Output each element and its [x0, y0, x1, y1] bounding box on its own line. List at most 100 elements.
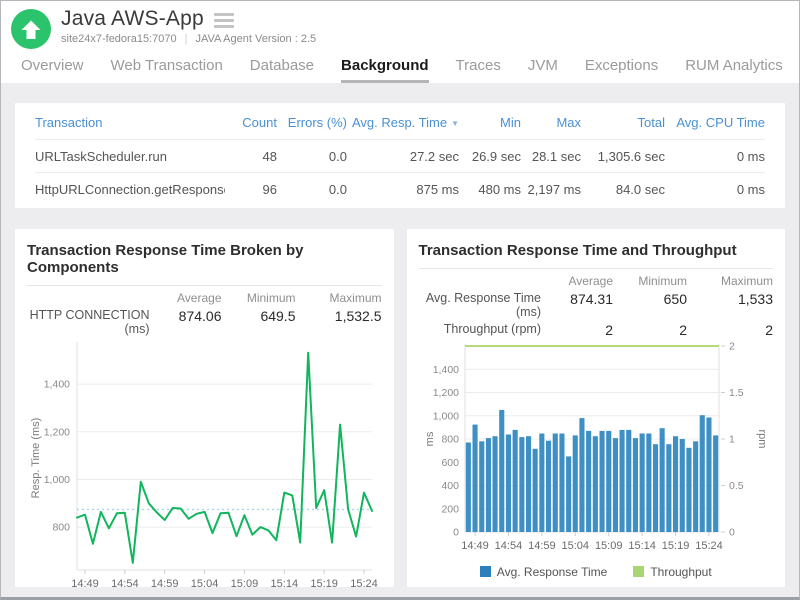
col-avg-cpu-time[interactable]: Avg. CPU Time — [665, 115, 765, 130]
chart-stats: Average Minimum Maximum Avg. Response Ti… — [419, 274, 773, 338]
col-avg-resp-time[interactable]: Avg. Resp. Time ▼ — [347, 115, 459, 130]
svg-text:800: 800 — [52, 522, 70, 534]
svg-text:15:09: 15:09 — [594, 540, 622, 552]
transaction-name: HttpURLConnection.getResponseCode — [35, 181, 225, 197]
availability-status-icon — [11, 9, 51, 49]
subtitle: site24x7-fedora15:7070 | JAVA Agent Versio… — [61, 33, 316, 45]
series-label: HTTP CONNECTION (ms) — [29, 308, 150, 336]
tab-exceptions[interactable]: Exceptions — [585, 57, 658, 83]
svg-text:15:09: 15:09 — [231, 578, 259, 590]
count-value: 96 — [262, 181, 277, 197]
avg-cpu-time-value: 0 ms — [736, 181, 765, 197]
stat-header-minimum: Minimum — [246, 291, 296, 305]
svg-text:1,400: 1,400 — [44, 379, 70, 391]
stat-average: 874.06 — [178, 308, 222, 324]
svg-text:1,000: 1,000 — [432, 410, 458, 422]
tab-rum-analytics[interactable]: RUM Analytics — [685, 57, 783, 83]
total-value: 1,305.6 sec — [597, 148, 665, 164]
app-window: Java AWS-App site24x7-fedora15:7070 | JAVA… — [0, 0, 800, 600]
stat-maximum: 2 — [765, 322, 773, 338]
avg-resp-time-value: 875 ms — [416, 181, 459, 197]
stat-maximum: 1,533 — [737, 291, 773, 307]
svg-text:1,000: 1,000 — [44, 474, 70, 486]
series-label: Avg. Response Time (ms) — [425, 291, 541, 319]
svg-text:400: 400 — [441, 480, 459, 492]
hamburger-menu-icon[interactable] — [213, 10, 234, 28]
svg-text:14:54: 14:54 — [111, 578, 139, 590]
col-count[interactable]: Count — [225, 115, 277, 130]
svg-text:rpm: rpm — [756, 430, 768, 449]
col-errors[interactable]: Errors (%) — [277, 115, 347, 130]
response-time-components-panel: Transaction Response Time Broken by Comp… — [15, 229, 394, 590]
legend-swatch-blue — [479, 566, 491, 577]
svg-text:1: 1 — [729, 434, 735, 446]
svg-text:15:04: 15:04 — [191, 578, 219, 590]
svg-text:200: 200 — [441, 503, 459, 515]
tab-traces[interactable]: Traces — [456, 57, 501, 83]
table-row[interactable]: URLTaskScheduler.run 48 0.0 27.2 sec 26.… — [35, 139, 765, 172]
svg-text:14:59: 14:59 — [151, 578, 179, 590]
background-transactions-table: Transaction Count Errors (%) Avg. Resp. … — [15, 103, 785, 208]
legend-swatch-green — [633, 566, 645, 577]
svg-text:0.5: 0.5 — [729, 480, 744, 492]
errors-value: 0.0 — [328, 148, 347, 164]
app-header: Java AWS-App site24x7-fedora15:7070 | JAVA… — [1, 1, 799, 49]
svg-text:800: 800 — [441, 434, 459, 446]
stat-header-maximum: Maximum — [720, 274, 773, 288]
subtitle-separator: | — [184, 33, 188, 45]
stat-minimum: 650 — [663, 291, 687, 307]
stat-header-average: Average — [568, 274, 613, 288]
stat-maximum: 1,532.5 — [334, 308, 382, 324]
svg-text:1,200: 1,200 — [44, 426, 70, 438]
svg-text:14:49: 14:49 — [71, 578, 99, 590]
chart-legend: Avg. Response Time Throughput — [419, 565, 774, 579]
total-value: 84.0 sec — [615, 181, 665, 197]
avg-resp-time-value: 27.2 sec — [409, 148, 459, 164]
tab-jvm[interactable]: JVM — [528, 57, 558, 83]
up-arrow-icon — [21, 20, 41, 39]
divider — [418, 268, 773, 269]
svg-text:2: 2 — [729, 341, 735, 353]
tab-overview[interactable]: Overview — [21, 57, 84, 83]
svg-text:1,200: 1,200 — [432, 387, 458, 399]
svg-text:0: 0 — [453, 527, 459, 539]
tab-database[interactable]: Database — [250, 57, 314, 83]
col-total[interactable]: Total — [581, 115, 665, 130]
svg-text:15:24: 15:24 — [350, 578, 378, 590]
col-transaction[interactable]: Transaction — [35, 115, 225, 130]
legend-throughput[interactable]: Throughput — [633, 565, 712, 579]
sort-desc-icon: ▼ — [451, 118, 459, 128]
host-name: site24x7-fedora15:7070 — [61, 33, 177, 45]
svg-text:1,400: 1,400 — [432, 364, 458, 376]
chart-stats: Average Minimum Maximum HTTP CONNECTION … — [27, 291, 382, 336]
svg-text:15:04: 15:04 — [561, 540, 589, 552]
stat-minimum: 2 — [679, 322, 687, 338]
col-max[interactable]: Max — [521, 115, 581, 130]
svg-text:14:59: 14:59 — [528, 540, 556, 552]
stat-header-average: Average — [177, 291, 222, 305]
svg-text:15:24: 15:24 — [695, 540, 723, 552]
page-title: Java AWS-App — [61, 7, 204, 30]
legend-avg-response-time[interactable]: Avg. Response Time — [479, 565, 607, 579]
errors-value: 0.0 — [328, 181, 347, 197]
agent-version: JAVA Agent Version : 2.5 — [195, 33, 317, 45]
tab-web-transaction[interactable]: Web Transaction — [111, 57, 223, 83]
avg-cpu-time-value: 0 ms — [736, 148, 765, 164]
max-value: 28.1 sec — [531, 148, 581, 164]
content-area: Transaction Count Errors (%) Avg. Resp. … — [1, 83, 799, 590]
svg-text:600: 600 — [441, 457, 459, 469]
table-row[interactable]: HttpURLConnection.getResponseCode 96 0.0… — [35, 172, 765, 205]
col-min[interactable]: Min — [459, 115, 521, 130]
stat-header-maximum: Maximum — [329, 291, 382, 305]
tab-background[interactable]: Background — [341, 57, 429, 83]
svg-text:15:19: 15:19 — [661, 540, 689, 552]
stat-minimum: 649.5 — [260, 308, 296, 324]
max-value: 2,197 ms — [527, 181, 581, 197]
svg-text:15:19: 15:19 — [310, 578, 338, 590]
count-value: 48 — [262, 148, 277, 164]
svg-text:14:49: 14:49 — [461, 540, 489, 552]
table-header-row: Transaction Count Errors (%) Avg. Resp. … — [35, 105, 765, 139]
response-time-throughput-panel: Transaction Response Time and Throughput… — [406, 229, 785, 587]
min-value: 480 ms — [478, 181, 521, 197]
divider — [27, 285, 382, 286]
